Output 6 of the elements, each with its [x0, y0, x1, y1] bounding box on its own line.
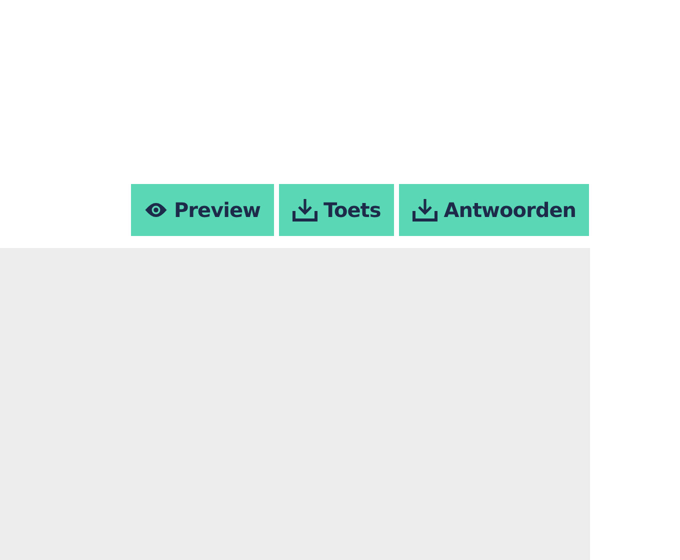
download-button[interactable]: Toets: [278, 184, 394, 236]
preview-button[interactable]: Preview: [130, 184, 274, 236]
eye-icon: [144, 202, 168, 218]
download-icon: [412, 198, 438, 222]
download-icon: [292, 198, 318, 222]
download-button[interactable]: Antwoorden: [398, 184, 589, 236]
